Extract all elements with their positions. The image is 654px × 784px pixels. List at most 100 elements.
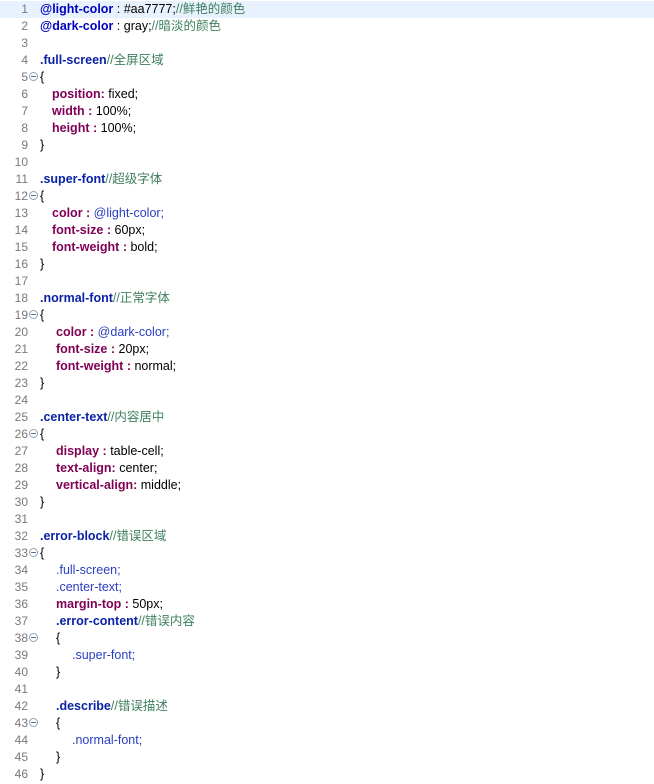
code-line[interactable]: 32 .error-block//错误区域: [0, 528, 654, 545]
code-line[interactable]: 34 .full-screen;: [0, 562, 654, 579]
line-number: 30: [14, 495, 28, 509]
code-text: margin-top : 50px;: [40, 596, 163, 613]
code-line[interactable]: 24: [0, 392, 654, 409]
line-number: 35: [14, 580, 28, 594]
line-number: 36: [14, 597, 28, 611]
code-line[interactable]: 36 margin-top : 50px;: [0, 596, 654, 613]
line-number: 19: [14, 308, 28, 322]
code-text: }: [40, 766, 44, 783]
line-number: 16: [14, 257, 28, 271]
code-text: .error-block//错误区域: [40, 528, 166, 545]
code-line[interactable]: 40}: [0, 664, 654, 681]
code-text: {: [40, 630, 60, 647]
code-line[interactable]: 5{: [0, 69, 654, 86]
property-token: width :: [52, 104, 93, 118]
code-line[interactable]: 2 @dark-color : gray;//暗淡的颜色: [0, 18, 654, 35]
selector-token: .error-block: [40, 529, 110, 543]
code-line[interactable]: 23}: [0, 375, 654, 392]
code-text: font-weight : normal;: [40, 358, 176, 375]
line-number: 5: [21, 70, 28, 84]
code-text: width : 100%;: [40, 103, 131, 120]
fold-collapse-icon[interactable]: [29, 429, 38, 438]
line-number: 40: [14, 665, 28, 679]
fold-collapse-icon[interactable]: [29, 191, 38, 200]
code-line[interactable]: 20 color : @dark-color;: [0, 324, 654, 341]
line-number: 15: [14, 240, 28, 254]
line-number: 17: [14, 274, 28, 288]
code-line[interactable]: 14 font-size : 60px;: [0, 222, 654, 239]
line-number: 20: [14, 325, 28, 339]
fold-collapse-icon[interactable]: [29, 72, 38, 81]
code-line[interactable]: 18 .normal-font//正常字体: [0, 290, 654, 307]
code-text: }: [40, 664, 60, 681]
property-token: font-size :: [52, 223, 112, 237]
code-line[interactable]: 45}: [0, 749, 654, 766]
code-text: {: [40, 307, 44, 324]
comment-token: //错误区域: [109, 529, 167, 543]
fold-collapse-icon[interactable]: [29, 548, 38, 557]
code-line[interactable]: 7 width : 100%;: [0, 103, 654, 120]
code-line[interactable]: 10: [0, 154, 654, 171]
code-line[interactable]: 25 .center-text//内容居中: [0, 409, 654, 426]
plain-token: {: [56, 631, 61, 645]
code-line[interactable]: 33 {: [0, 545, 654, 562]
code-text: .describe//错误描述: [40, 698, 168, 715]
code-line[interactable]: 43 {: [0, 715, 654, 732]
code-line[interactable]: 39 .super-font;: [0, 647, 654, 664]
code-line[interactable]: 4 .full-screen//全屏区域: [0, 52, 654, 69]
fold-collapse-icon[interactable]: [29, 310, 38, 319]
property-token: vertical-align:: [56, 478, 138, 492]
code-line[interactable]: 42 .describe//错误描述: [0, 698, 654, 715]
code-line[interactable]: 22 font-weight : normal;: [0, 358, 654, 375]
line-number: 32: [14, 529, 28, 543]
code-line[interactable]: 30}: [0, 494, 654, 511]
variable-token: @dark-color: [40, 19, 114, 33]
code-line-current[interactable]: 1 @light-color : #aa7777;//鲜艳的颜色: [0, 1, 654, 18]
reference-token: .normal-font;: [72, 733, 143, 747]
code-line[interactable]: 37 .error-content//错误内容: [0, 613, 654, 630]
code-line[interactable]: 26 {: [0, 426, 654, 443]
code-line[interactable]: 12 {: [0, 188, 654, 205]
code-line[interactable]: 9}: [0, 137, 654, 154]
code-line[interactable]: 13 color : @light-color;: [0, 205, 654, 222]
code-text: text-align: center;: [40, 460, 157, 477]
line-number: 33: [14, 546, 28, 560]
code-line[interactable]: 44 .normal-font;: [0, 732, 654, 749]
code-line[interactable]: 11 .super-font//超级字体: [0, 171, 654, 188]
code-line[interactable]: 31: [0, 511, 654, 528]
fold-collapse-icon[interactable]: [29, 718, 38, 727]
code-line[interactable]: 46}: [0, 766, 654, 783]
code-line[interactable]: 28 text-align: center;: [0, 460, 654, 477]
line-number: 28: [14, 461, 28, 475]
reference-token: @light-color;: [90, 206, 165, 220]
line-number: 31: [14, 512, 28, 526]
code-line[interactable]: 3: [0, 35, 654, 52]
line-number: 42: [14, 699, 28, 713]
code-line[interactable]: 41: [0, 681, 654, 698]
code-line[interactable]: 17: [0, 273, 654, 290]
code-line[interactable]: 6 position: fixed;: [0, 86, 654, 103]
code-line[interactable]: 38 {: [0, 630, 654, 647]
code-editor[interactable]: 1 @light-color : #aa7777;//鲜艳的颜色 2 @dark-co…: [0, 0, 654, 784]
line-number: 37: [14, 614, 28, 628]
code-line[interactable]: 8 height : 100%;: [0, 120, 654, 137]
reference-token: .center-text;: [56, 580, 122, 594]
code-text: vertical-align: middle;: [40, 477, 181, 494]
plain-token: }: [56, 750, 61, 764]
property-token: font-weight :: [52, 240, 127, 254]
plain-token: }: [40, 495, 45, 509]
line-number: 29: [14, 478, 28, 492]
code-line[interactable]: 35 .center-text;: [0, 579, 654, 596]
code-text: }: [40, 375, 44, 392]
plain-token: normal;: [130, 359, 177, 373]
code-line[interactable]: 27 display : table-cell;: [0, 443, 654, 460]
code-line[interactable]: 16}: [0, 256, 654, 273]
code-line[interactable]: 29 vertical-align: middle;: [0, 477, 654, 494]
code-line[interactable]: 15 font-weight : bold;: [0, 239, 654, 256]
plain-token: : gray;: [113, 19, 152, 33]
code-line[interactable]: 21 font-size : 20px;: [0, 341, 654, 358]
fold-collapse-icon[interactable]: [29, 633, 38, 642]
line-number: 34: [14, 563, 28, 577]
plain-token: 50px;: [128, 597, 163, 611]
code-line[interactable]: 19 {: [0, 307, 654, 324]
